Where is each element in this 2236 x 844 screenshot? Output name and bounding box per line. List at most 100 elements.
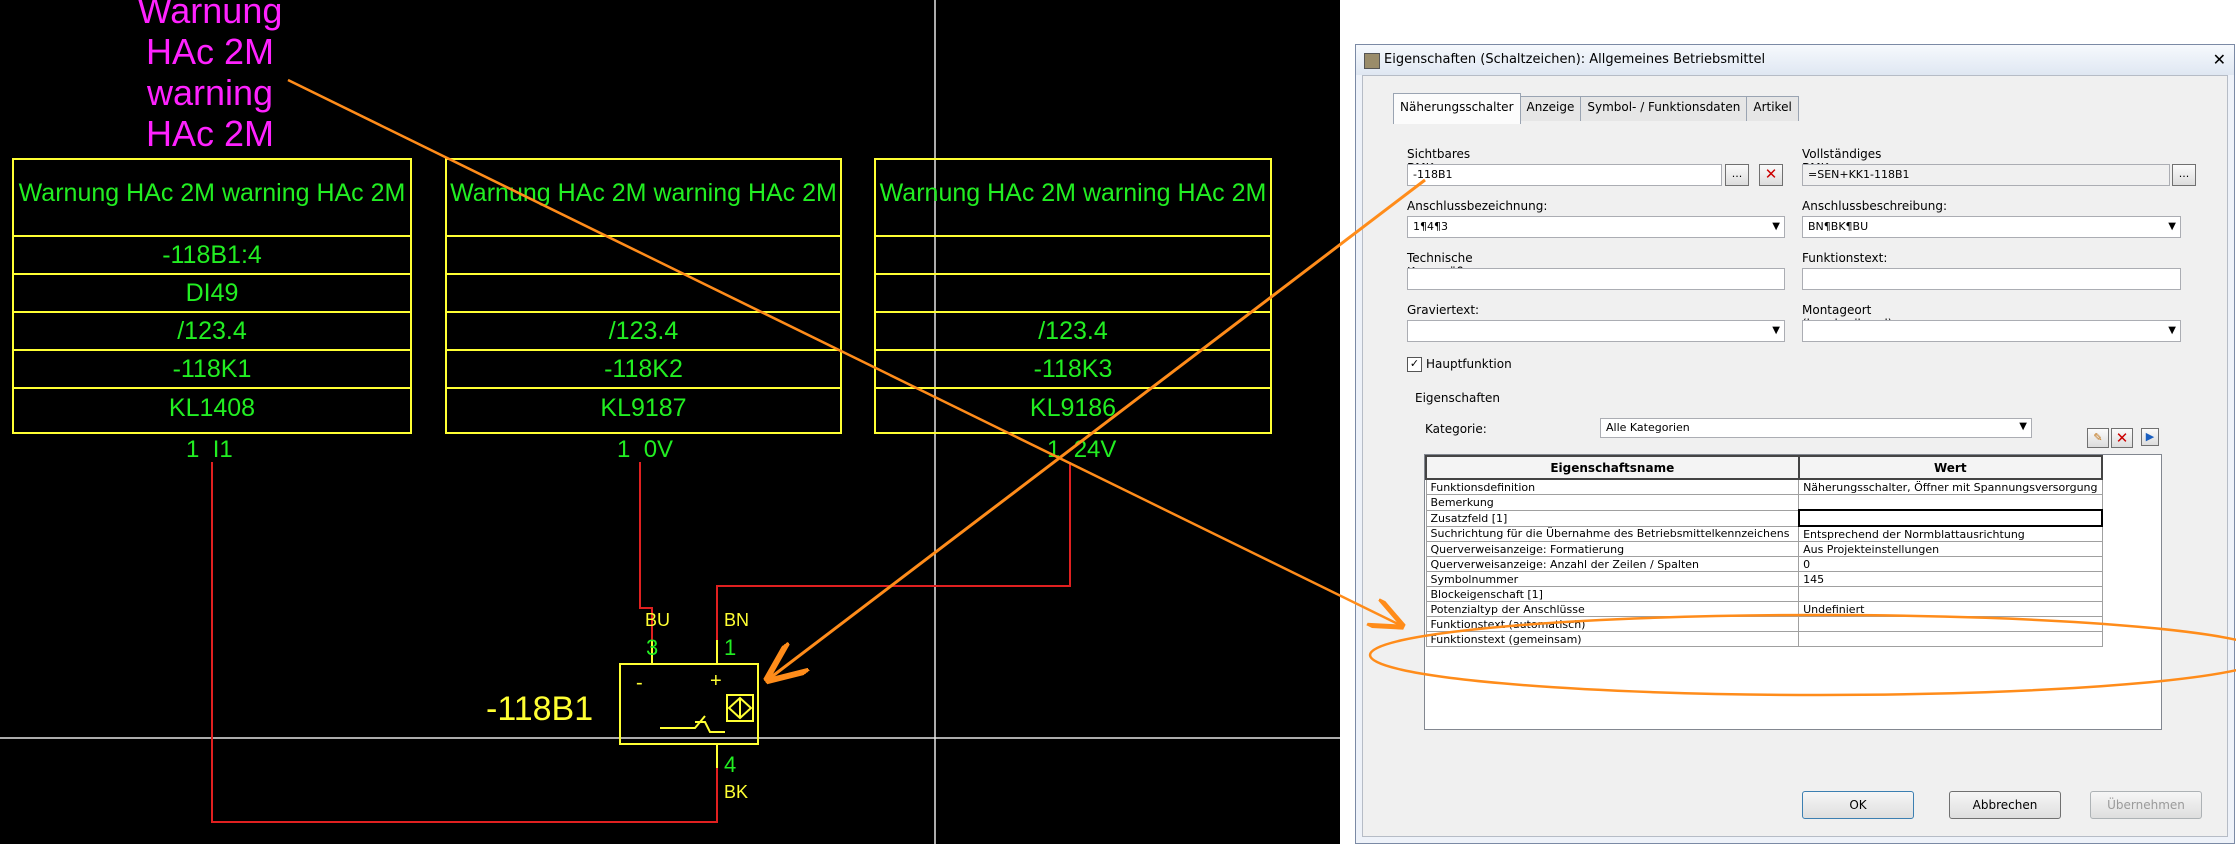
label-kategorie: Kategorie: [1425,422,1487,436]
graviertext-input[interactable]: ▼ [1407,320,1785,342]
kategorie-select[interactable]: Alle Kategorien ▼ [1600,418,2032,438]
properties-grid[interactable]: Eigenschaftsname Wert Funktionsdefinitio… [1424,454,2162,730]
property-name: Blockeigenschaft [1] [1425,586,1800,602]
montageort-input[interactable]: ▼ [1802,320,2181,342]
warning-line: warning [146,72,274,113]
property-value[interactable]: 0 [1798,556,2103,572]
funktionstext-input[interactable] [1802,268,2181,290]
property-name: Zusatzfeld [1] [1425,509,1800,527]
expand-arrow-icon[interactable]: ▶ [2141,428,2159,446]
pin-number-1: 1 [724,635,737,660]
anschlussbezeichnung-input[interactable]: 1¶4¶3 ▼ [1407,216,1785,238]
label-anschlussbezeichnung: Anschlussbezeichnung: [1407,199,1548,213]
terminal-pin-label: 1 24V [1047,436,1117,463]
table-row[interactable]: Funktionstext (automatisch) [1425,616,2103,632]
property-value[interactable] [1797,509,2104,527]
close-icon[interactable]: ✕ [2213,50,2226,69]
column-eigenschaftsname[interactable]: Eigenschaftsname [1425,455,1800,480]
sensor-minus: - [636,672,643,694]
tab-anzeige[interactable]: Anzeige [1519,96,1582,121]
hauptfunktion-checkbox[interactable]: ✓ [1407,357,1422,372]
terminal-page-ref: /123.4 [876,313,1270,351]
table-row[interactable]: Blockeigenschaft [1] [1425,586,2103,602]
warning-line: HAc 2M [145,31,275,72]
terminal-channel [447,275,840,313]
property-name: Potenzialtyp der Anschlüsse [1425,601,1800,617]
terminal-block-kl9186[interactable]: Warnung HAc 2M warning HAc 2M /123.4 -11… [874,158,1272,434]
chevron-down-icon: ▼ [2168,325,2176,336]
technische-kenngroessen-input[interactable] [1407,268,1785,290]
sichtbares-bmk-browse-button[interactable]: ... [1725,164,1749,186]
chevron-down-icon: ▼ [1772,221,1780,232]
property-value[interactable]: Undefiniert [1798,601,2103,617]
property-value[interactable]: Näherungsschalter, Öffner mit Spannungsv… [1798,478,2103,495]
pin-color-bu: BU [645,610,671,630]
property-name: Bemerkung [1425,494,1800,511]
table-row[interactable]: Potenzialtyp der Anschlüsse Undefiniert [1425,601,2103,617]
warning-line: HAc 2M [145,113,275,154]
property-value[interactable] [1798,631,2103,647]
dialog-title: Eigenschaften (Schaltzeichen): Allgemein… [1384,52,1766,67]
property-value[interactable] [1798,494,2103,511]
table-row[interactable]: Querverweisanzeige: Anzahl der Zeilen / … [1425,556,2103,572]
terminal-channel: DI49 [14,275,410,313]
terminal-connection [447,237,840,275]
tab-naeherungsschalter[interactable]: Näherungsschalter [1393,93,1521,124]
dialog-titlebar[interactable]: Eigenschaften (Schaltzeichen): Allgemein… [1356,45,2234,75]
anschlussbeschreibung-input[interactable]: BN¶BK¶BU ▼ [1802,216,2181,238]
property-value[interactable] [1798,616,2103,632]
vollstaendiges-bmk-field[interactable]: =SEN+KK1-118B1 [1802,164,2170,186]
terminal-pin-label: 1 I1 [186,436,233,463]
delete-property-icon[interactable]: ✕ [2111,428,2133,448]
schematic-canvas[interactable]: Warnung HAc 2M warning HAc 2M Warnung HA… [0,0,1340,844]
terminal-warning-text: Warnung HAc 2M warning HAc 2M [14,160,410,237]
terminal-block-kl9187[interactable]: Warnung HAc 2M warning HAc 2M /123.4 -11… [445,158,842,434]
table-row[interactable]: Bemerkung [1425,494,2103,511]
terminal-device: -118K2 [447,351,840,389]
terminal-device: -118K1 [14,351,410,389]
table-row[interactable]: Zusatzfeld [1] [1425,509,2104,527]
property-value[interactable]: 145 [1798,571,2103,587]
app-icon [1364,53,1380,69]
property-name: Funktionstext (gemeinsam) [1425,631,1800,647]
chevron-down-icon: ▼ [2019,421,2027,432]
eigenschaften-heading: Eigenschaften [1415,391,1501,405]
terminal-device: -118K3 [876,351,1270,389]
sensor-bmk-label[interactable]: -118B1 [486,690,593,729]
new-property-icon[interactable]: ✎ [2087,428,2109,448]
ok-button[interactable]: OK [1802,791,1914,819]
chevron-down-icon: ▼ [1772,325,1780,336]
terminal-block-kl1408[interactable]: Warnung HAc 2M warning HAc 2M -118B1:4 D… [12,158,412,434]
table-row[interactable]: Suchrichtung für die Übernahme des Betri… [1425,525,2103,542]
property-value[interactable]: Aus Projekteinstellungen [1798,541,2103,557]
sensor-plus: + [710,670,722,692]
warning-text: Warnung HAc 2M warning HAc 2M [80,0,340,154]
terminal-connection [876,237,1270,275]
table-row[interactable]: Funktionstext (gemeinsam) [1425,631,2103,647]
table-row[interactable]: Symbolnummer 145 [1425,571,2103,587]
sichtbares-bmk-input[interactable]: -118B1 [1407,164,1722,186]
clear-bmk-button[interactable]: ✕ [1759,164,1783,186]
terminal-pin-label: 1 0V [617,436,674,463]
table-row[interactable]: Querverweisanzeige: Formatierung Aus Proj… [1425,541,2103,557]
terminal-warning-text: Warnung HAc 2M warning HAc 2M [447,160,840,237]
cancel-button[interactable]: Abbrechen [1949,791,2061,819]
terminal-module-id: KL1408 [168,394,256,422]
label-hauptfunktion: Hauptfunktion [1426,357,1512,371]
vollstaendiges-bmk-browse-button[interactable]: ... [2172,164,2196,186]
label-anschlussbeschreibung: Anschlussbeschreibung: [1802,199,1948,213]
apply-button[interactable]: Übernehmen [2090,791,2202,819]
column-wert[interactable]: Wert [1797,455,2104,480]
property-name: Querverweisanzeige: Anzahl der Zeilen / … [1425,556,1800,572]
terminal-module-id: KL9186 [1029,394,1117,422]
property-value[interactable] [1798,586,2103,602]
terminal-warning-text: Warnung HAc 2M warning HAc 2M [876,160,1270,237]
pin-color-bn: BN [724,610,750,630]
terminal-module-id: KL9187 [600,394,687,422]
tab-symbol-funktionsdaten[interactable]: Symbol- / Funktionsdaten [1580,96,1748,121]
property-value[interactable]: Entsprechend der Normblattausrichtung [1798,525,2103,542]
warning-line: Warnung [137,0,283,31]
tab-artikel[interactable]: Artikel [1746,96,1799,121]
terminal-page-ref: /123.4 [447,313,840,351]
table-row[interactable]: Funktionsdefinition Näherungsschalter, Öf… [1425,478,2103,495]
